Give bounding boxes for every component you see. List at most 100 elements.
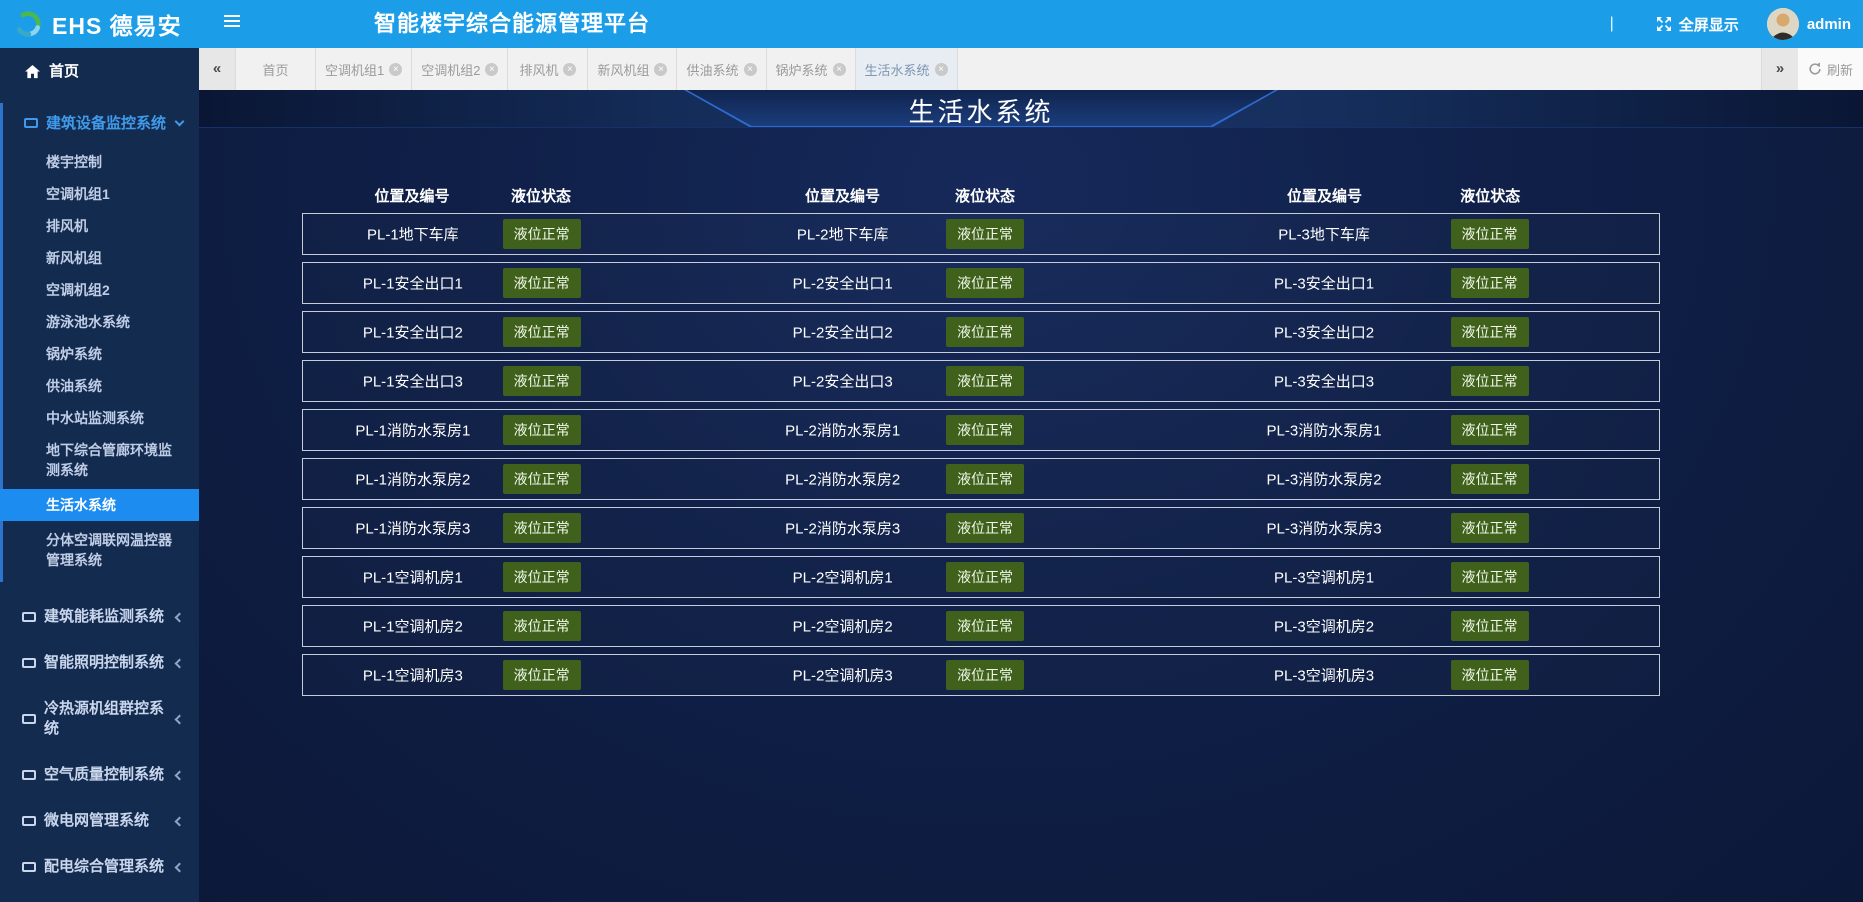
sidebar-item-游泳池水系统[interactable]: 游泳池水系统: [3, 306, 199, 338]
tab-空调机组1[interactable]: 空调机组1 ×: [316, 48, 412, 90]
tab-label: 锅炉系统: [776, 60, 828, 79]
chevron-left-icon: [175, 612, 185, 622]
location-label: PL-2空调机房2: [793, 616, 893, 637]
tab-新风机组[interactable]: 新风机组×: [588, 48, 677, 90]
sidebar-home-label: 首页: [49, 61, 79, 83]
status-badge: 液位正常: [946, 513, 1024, 543]
table-row: PL-1安全出口3液位正常PL-2安全出口3液位正常PL-3安全出口3液位正常: [302, 360, 1660, 402]
status-badge: 液位正常: [503, 513, 581, 543]
status-badge: 液位正常: [946, 660, 1024, 690]
sidebar-item-空调机组2[interactable]: 空调机组2: [3, 274, 199, 306]
chevron-left-icon: [175, 862, 185, 872]
header-divider: |: [1610, 15, 1614, 33]
sidebar-item-地下综合管廊环境监测系统[interactable]: 地下综合管廊环境监测系统: [3, 434, 199, 486]
location-label: PL-1安全出口1: [363, 273, 463, 294]
location-label: PL-1消防水泵房1: [355, 420, 470, 441]
sidebar-item-生活水系统[interactable]: 生活水系统: [0, 489, 199, 521]
tab-close-icon[interactable]: ×: [833, 63, 846, 76]
sidebar-item-新风机组[interactable]: 新风机组: [3, 242, 199, 274]
refresh-label: 刷新: [1827, 60, 1853, 79]
sidebar-item-中水站监测系统[interactable]: 中水站监测系统: [3, 402, 199, 434]
status-badge: 液位正常: [503, 268, 581, 298]
tab-close-icon[interactable]: ×: [563, 63, 576, 76]
table-row: PL-1消防水泵房2液位正常PL-2消防水泵房2液位正常PL-3消防水泵房2液位…: [302, 458, 1660, 500]
tab-锅炉系统[interactable]: 锅炉系统 ×: [767, 48, 856, 90]
location-label: PL-3安全出口3: [1274, 371, 1374, 392]
chevron-left-icon: [175, 658, 185, 668]
refresh-button[interactable]: 刷新: [1798, 48, 1863, 90]
sidebar-item-供油系统[interactable]: 供油系统: [3, 370, 199, 402]
sidebar-group-building-equipment[interactable]: 建筑设备监控系统: [3, 103, 199, 142]
tab-close-icon[interactable]: ×: [935, 63, 948, 76]
sidebar-group-label: 智能照明控制系统: [44, 653, 164, 673]
status-badge: 液位正常: [1451, 513, 1529, 543]
location-label: PL-3消防水泵房1: [1267, 420, 1382, 441]
monitor-icon: [22, 612, 36, 622]
location-label: PL-3安全出口1: [1274, 273, 1374, 294]
tab-close-icon[interactable]: ×: [485, 63, 498, 76]
column-header: 位置及编号: [805, 185, 880, 206]
hamburger-menu-icon[interactable]: [224, 15, 241, 33]
tab-scroll-right-button[interactable]: »: [1761, 48, 1798, 90]
sidebar-submenu: 楼宇控制空调机组1排风机新风机组空调机组2游泳池水系统锅炉系统供油系统中水站监测…: [3, 146, 199, 576]
column-header: 液位状态: [1460, 185, 1520, 206]
status-badge: 液位正常: [503, 219, 581, 249]
tab-scroll-left-button[interactable]: «: [199, 48, 236, 90]
tab-label: 空调机组1: [325, 60, 384, 79]
status-badge: 液位正常: [1451, 317, 1529, 347]
sidebar-item-home[interactable]: 首页: [0, 48, 199, 83]
location-label: PL-2消防水泵房3: [785, 518, 900, 539]
column-header: 位置及编号: [1287, 185, 1362, 206]
sidebar-group-配电综合管理系统[interactable]: 配电综合管理系统: [0, 844, 199, 890]
location-label: PL-3空调机房2: [1274, 616, 1374, 637]
tab-供油系统[interactable]: 供油系统×: [677, 48, 766, 90]
username-label[interactable]: admin: [1807, 16, 1851, 33]
status-badge: 液位正常: [1451, 219, 1529, 249]
header-right-controls: | 全屏显示: [1610, 0, 1851, 48]
tab-排风机[interactable]: 排风机×: [508, 48, 588, 90]
chevron-left-icon: [175, 816, 185, 826]
sidebar-group-label: 空气质量控制系统: [44, 765, 164, 785]
tab-label: 首页: [262, 60, 288, 79]
sidebar-group-微电网管理系统[interactable]: 微电网管理系统: [0, 798, 199, 844]
tab-空调机组2[interactable]: 空调机组2 ×: [412, 48, 508, 90]
sidebar-group-空气质量控制系统[interactable]: 空气质量控制系统: [0, 752, 199, 798]
column-header: 液位状态: [955, 185, 1015, 206]
tab-生活水系统[interactable]: 生活水系统 ×: [856, 48, 958, 90]
sidebar-item-排风机[interactable]: 排风机: [3, 210, 199, 242]
column-header: 位置及编号: [374, 185, 449, 206]
fullscreen-button[interactable]: 全屏显示: [1656, 14, 1739, 35]
brand-logo[interactable]: EHS 德易安: [0, 0, 199, 48]
tab-close-icon[interactable]: ×: [744, 63, 757, 76]
sidebar-group-智能照明控制系统[interactable]: 智能照明控制系统: [0, 640, 199, 686]
location-label: PL-1安全出口2: [363, 322, 463, 343]
sidebar-group-label: 配电综合管理系统: [44, 857, 164, 877]
sidebar-group-冷热源机组群控系统[interactable]: 冷热源机组群控系统: [0, 686, 199, 752]
location-label: PL-3消防水泵房2: [1267, 469, 1382, 490]
tab-label: 生活水系统: [865, 60, 930, 79]
fullscreen-icon: [1656, 16, 1672, 32]
sidebar-item-空调机组1[interactable]: 空调机组1: [3, 178, 199, 210]
status-badge: 液位正常: [946, 219, 1024, 249]
table-row: PL-1消防水泵房3液位正常PL-2消防水泵房3液位正常PL-3消防水泵房3液位…: [302, 507, 1660, 549]
tab-close-icon[interactable]: ×: [654, 63, 667, 76]
app-root: EHS 德易安 智能楼宇综合能源管理平台 | 全屏显示: [0, 0, 1863, 902]
main-content: 生活水系统 位置及编号液位状态位置及编号液位状态位置及编号液位状态 PL-1地下…: [199, 90, 1863, 902]
monitor-icon: [22, 770, 36, 780]
location-label: PL-2空调机房1: [793, 567, 893, 588]
logo-text: EHS 德易安: [52, 7, 182, 41]
sidebar-item-楼宇控制[interactable]: 楼宇控制: [3, 146, 199, 178]
location-label: PL-2安全出口2: [793, 322, 893, 343]
location-label: PL-1消防水泵房3: [355, 518, 470, 539]
chevron-left-icon: [175, 714, 185, 724]
tab-label: 空调机组2: [421, 60, 480, 79]
tab-close-icon[interactable]: ×: [389, 63, 402, 76]
location-label: PL-1空调机房2: [363, 616, 463, 637]
sidebar-item-分体空调联网温控器管理系统[interactable]: 分体空调联网温控器管理系统: [3, 524, 199, 576]
sidebar-group-建筑能耗监测系统[interactable]: 建筑能耗监测系统: [0, 594, 199, 640]
sidebar-group-动力环境监测系统[interactable]: 动力环境监测系统: [0, 890, 199, 902]
tab-首页[interactable]: 首页: [236, 48, 316, 90]
status-badge: 液位正常: [1451, 415, 1529, 445]
user-avatar[interactable]: [1767, 8, 1799, 40]
sidebar-item-锅炉系统[interactable]: 锅炉系统: [3, 338, 199, 370]
